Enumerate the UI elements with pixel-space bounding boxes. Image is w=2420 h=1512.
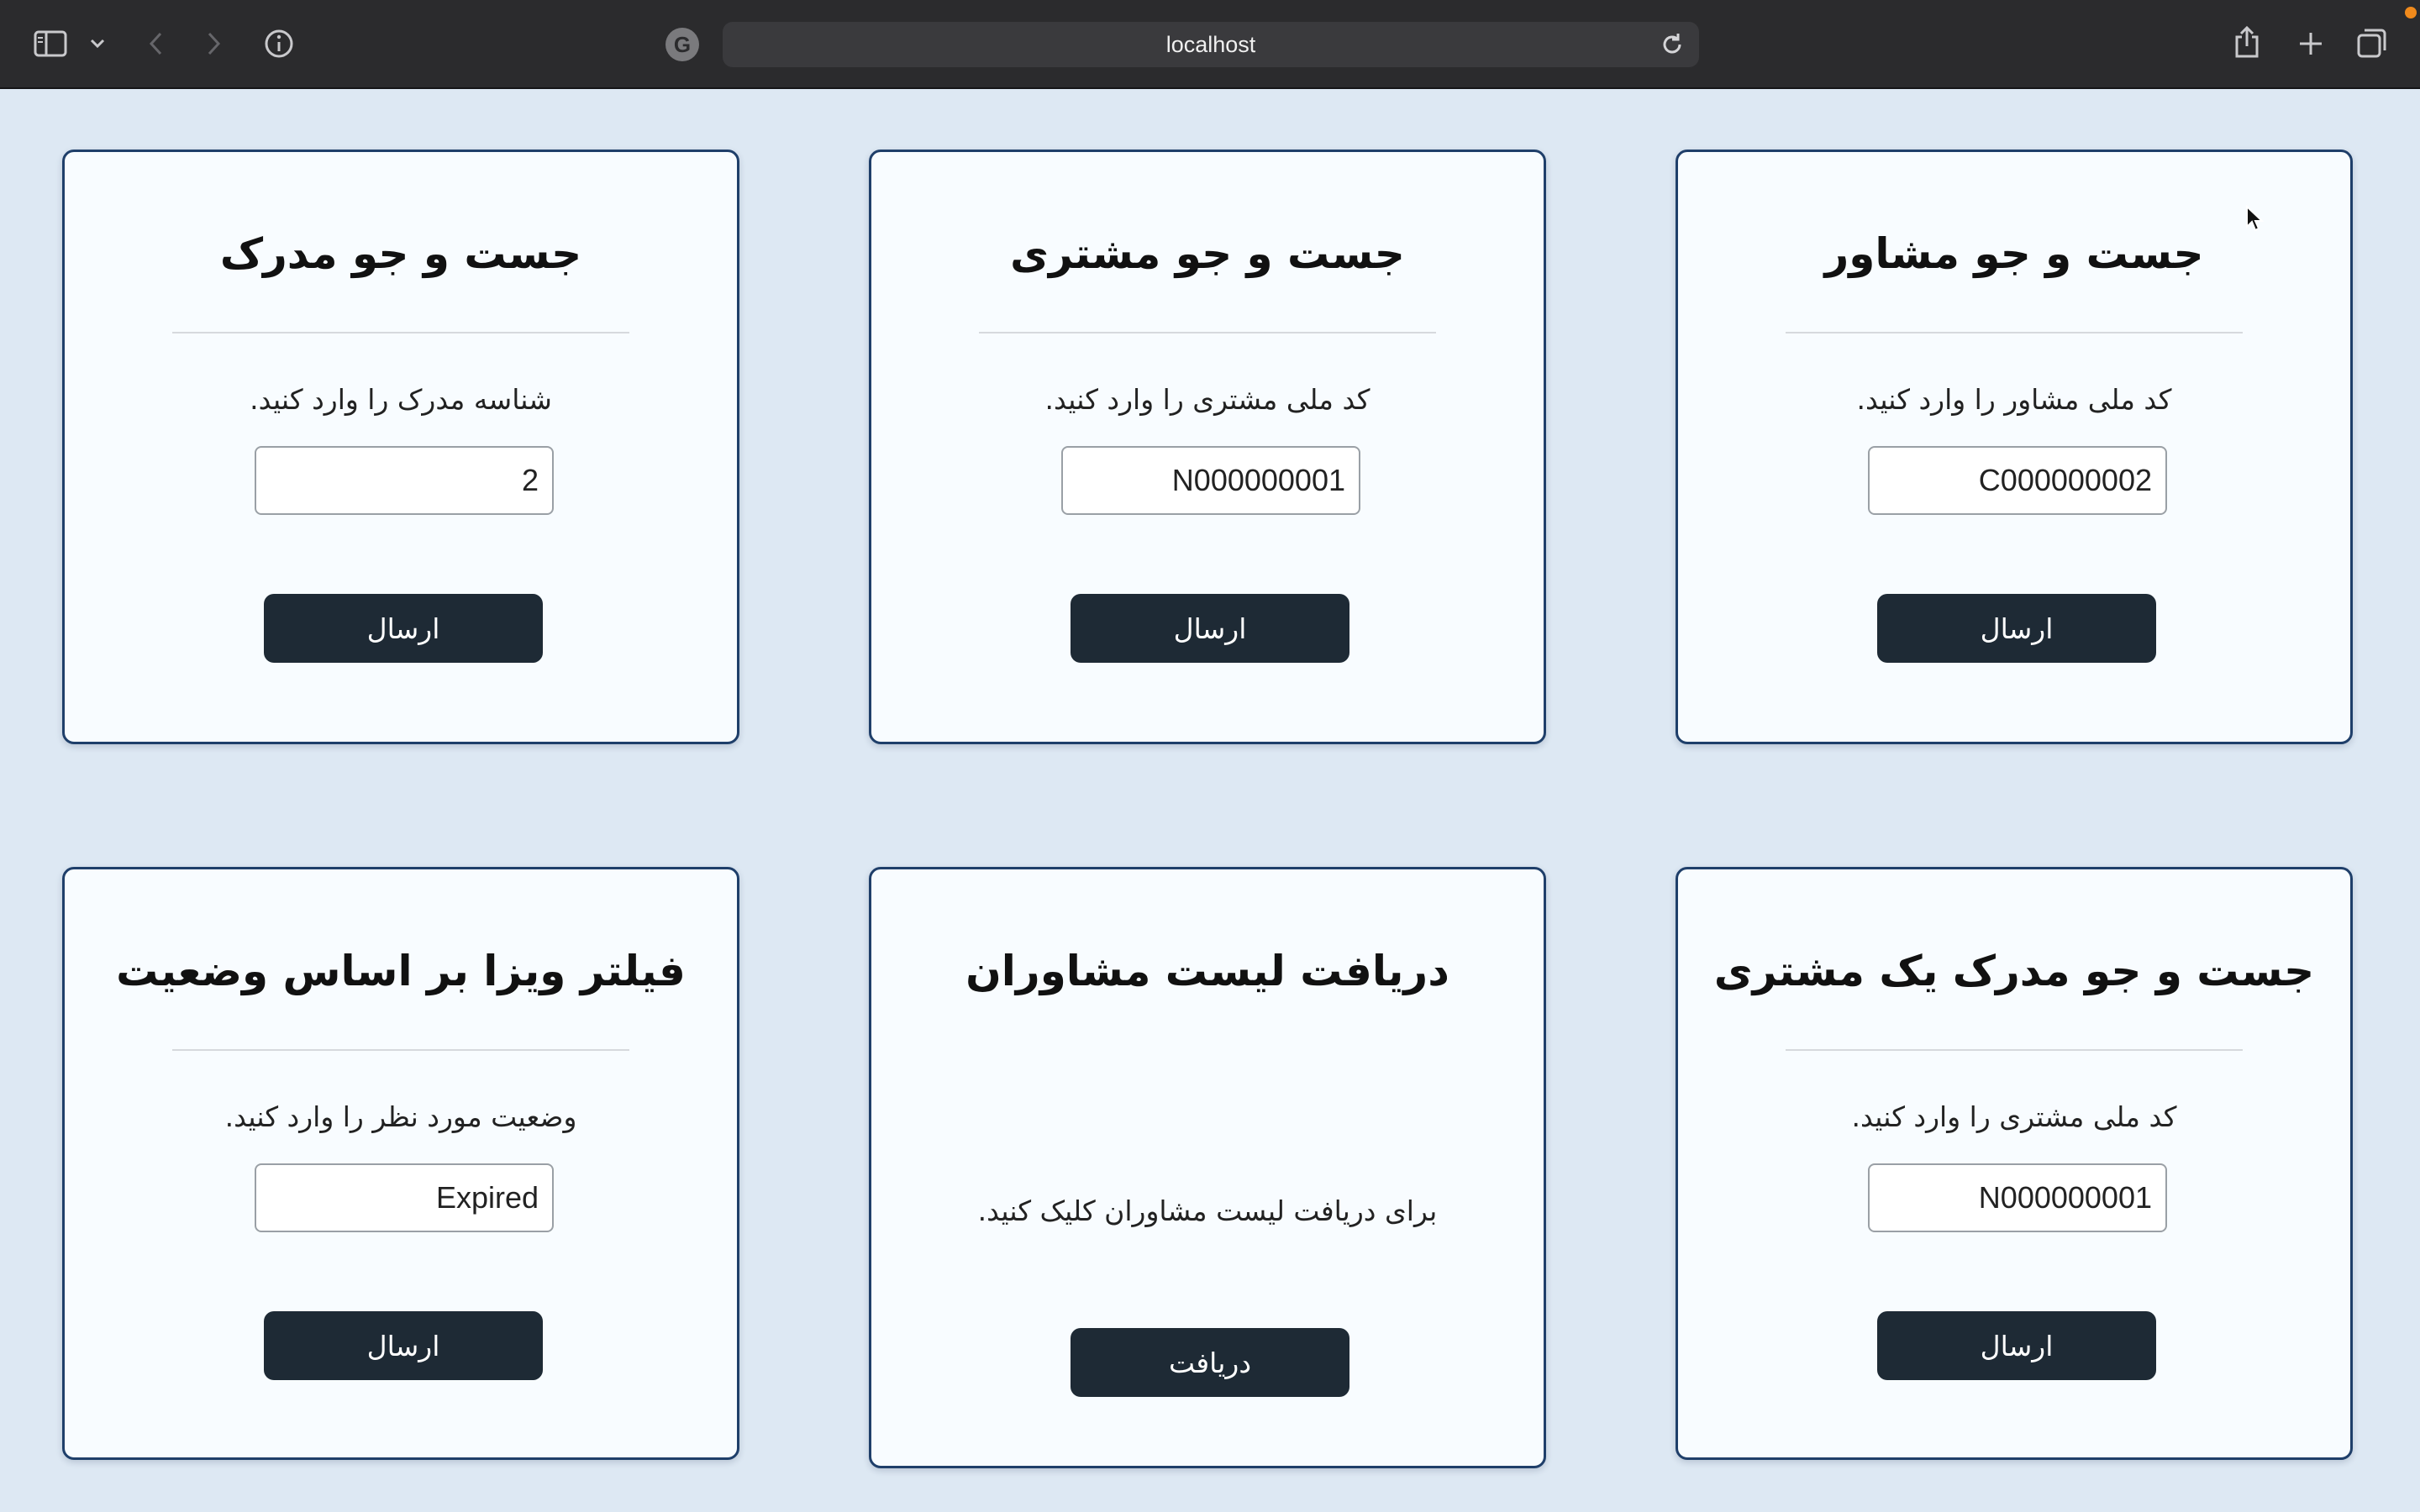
tabs-overview-icon[interactable] [2354, 25, 2390, 60]
card-description: شناسه مدرک را وارد کنید. [250, 383, 552, 416]
address-bar[interactable]: localhost [723, 22, 1699, 67]
divider [1786, 1049, 2243, 1051]
chevron-right-icon[interactable] [202, 29, 227, 59]
card-description: کد ملی مشاور را وارد کنید. [1856, 383, 2172, 416]
customer-id-input[interactable] [1061, 446, 1360, 515]
divider [1786, 332, 2243, 333]
card-title: جست و جو مدرک یک مشتری [1713, 947, 2315, 995]
card-description: برای دریافت لیست مشاوران کلیک کنید. [977, 1194, 1438, 1227]
grammarly-badge[interactable]: G [666, 28, 699, 61]
submit-button[interactable]: ارسال [1071, 594, 1349, 663]
chevron-left-icon[interactable] [143, 29, 168, 59]
card-title: جست و جو مشاور [1824, 229, 2204, 278]
divider [172, 1049, 629, 1051]
divider [172, 332, 629, 333]
reload-icon[interactable] [1659, 31, 1686, 64]
submit-button[interactable]: ارسال [264, 1311, 543, 1380]
chevron-down-icon[interactable] [87, 34, 108, 54]
notification-dot [2405, 7, 2417, 18]
submit-button[interactable]: ارسال [1877, 1311, 2156, 1380]
sidebar-icon[interactable] [32, 27, 69, 60]
card-customer-search: جست و جو مشتری کد ملی مشتری را وارد کنید… [869, 150, 1546, 744]
submit-button[interactable]: ارسال [264, 594, 543, 663]
info-icon[interactable] [262, 27, 296, 60]
card-title: جست و جو مشتری [1010, 229, 1405, 278]
browser-toolbar: G localhost [0, 0, 2420, 89]
card-title: دریافت لیست مشاوران [965, 947, 1449, 995]
customer-id-input[interactable] [1868, 1163, 2167, 1232]
divider [979, 332, 1436, 333]
card-visa-filter: فیلتر ویزا بر اساس وضعیت وضعیت مورد نظر … [62, 867, 739, 1460]
fetch-button[interactable]: دریافت [1071, 1328, 1349, 1397]
card-customer-document-search: جست و جو مدرک یک مشتری کد ملی مشتری را و… [1676, 867, 2353, 1460]
card-title: فیلتر ویزا بر اساس وضعیت [116, 947, 686, 995]
advisor-id-input[interactable] [1868, 446, 2167, 515]
visa-status-input[interactable] [255, 1163, 554, 1232]
document-id-input[interactable] [255, 446, 554, 515]
share-icon[interactable] [2230, 24, 2264, 60]
card-advisor-search: جست و جو مشاور کد ملی مشاور را وارد کنید… [1676, 150, 2353, 744]
card-advisors-list: دریافت لیست مشاوران برای دریافت لیست مشا… [869, 867, 1546, 1468]
mouse-cursor-icon [2245, 204, 2265, 235]
card-description: کد ملی مشتری را وارد کنید. [1044, 383, 1370, 416]
card-title: جست و جو مدرک [219, 229, 582, 278]
card-description: وضعیت مورد نظر را وارد کنید. [224, 1100, 577, 1133]
plus-icon[interactable] [2294, 27, 2328, 60]
card-document-search: جست و جو مدرک شناسه مدرک را وارد کنید. ا… [62, 150, 739, 744]
url-text: localhost [1165, 31, 1256, 57]
card-description: کد ملی مشتری را وارد کنید. [1851, 1100, 2177, 1133]
submit-button[interactable]: ارسال [1877, 594, 2156, 663]
